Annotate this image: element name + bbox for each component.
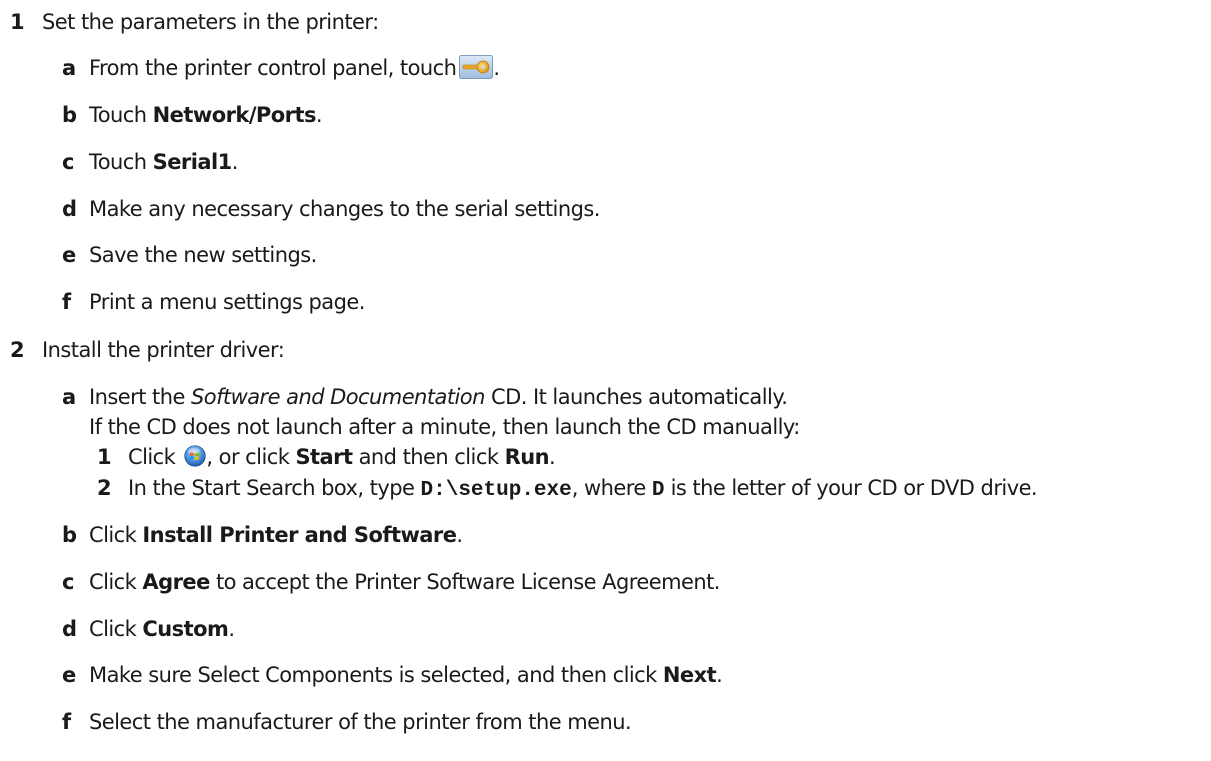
substep-letter: a	[62, 385, 76, 409]
substep-text: Select the manufacturer of the printer f…	[89, 710, 632, 734]
substep-letter: e	[62, 243, 76, 267]
command-code: D:\setup.exe	[420, 479, 572, 502]
menu-name: Next	[662, 663, 717, 687]
menu-name: Serial1	[152, 150, 233, 174]
step-text: Set the parameters in the printer:	[42, 10, 379, 34]
menu-name: Run	[504, 445, 550, 469]
substep-text: Make any necessary changes to the serial…	[89, 197, 600, 221]
key-icon	[459, 55, 494, 79]
item-number: 1	[97, 445, 112, 469]
item-text: Click , or click Start and then click Ru…	[128, 445, 556, 469]
substep-text: Click Agree to accept the Printer Softwa…	[89, 570, 720, 594]
substep-letter: f	[62, 290, 71, 314]
substep-text: Touch Network/Ports.	[89, 103, 323, 127]
substep-letter: b	[62, 523, 77, 547]
substep-letter: d	[62, 197, 77, 221]
windows-start-icon	[184, 445, 207, 467]
substep-text: Touch Serial1.	[89, 150, 238, 174]
cd-title: Software and Documentation	[191, 385, 485, 409]
menu-name: Start	[295, 445, 353, 469]
substep-letter: a	[62, 56, 76, 80]
substep-text: Print a menu settings page.	[89, 290, 365, 314]
substep-text: From the printer control panel, touch .	[89, 55, 500, 80]
substep-text: Insert the Software and Documentation CD…	[89, 385, 788, 409]
menu-name: Agree	[142, 570, 210, 594]
substep-letter: f	[62, 710, 71, 734]
step-text: Install the printer driver:	[42, 338, 285, 362]
item-text: In the Start Search box, type D:\setup.e…	[128, 476, 1038, 502]
substep-letter: c	[62, 570, 74, 594]
step-number: 1	[10, 10, 25, 34]
substep-text: Click Custom.	[89, 617, 235, 641]
substep-letter: d	[62, 617, 77, 641]
menu-name: Install Printer and Software	[142, 523, 457, 547]
menu-name: Custom	[142, 617, 229, 641]
substep-letter: b	[62, 103, 77, 127]
menu-name: Network/Ports	[152, 103, 317, 127]
note-text: If the CD does not launch after a minute…	[89, 415, 800, 439]
drive-letter-code: D	[651, 479, 665, 502]
step-number: 2	[10, 338, 25, 362]
substep-letter: e	[62, 663, 76, 687]
item-number: 2	[97, 476, 112, 500]
substep-text: Save the new settings.	[89, 243, 317, 267]
substep-letter: c	[62, 150, 74, 174]
substep-text: Make sure Select Components is selected,…	[89, 663, 723, 687]
substep-text: Click Install Printer and Software.	[89, 523, 463, 547]
